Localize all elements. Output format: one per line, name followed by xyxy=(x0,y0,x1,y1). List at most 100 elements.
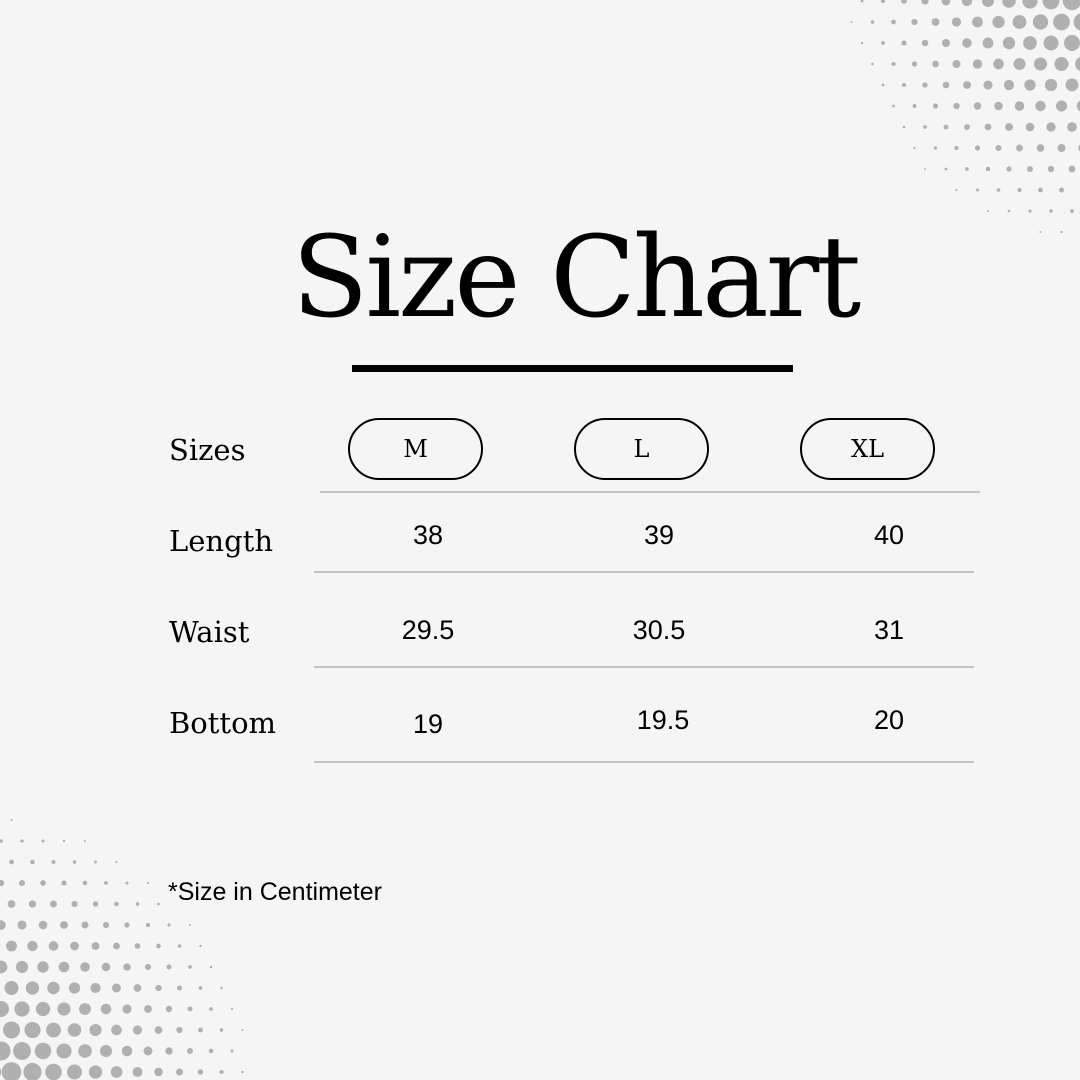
halftone-dot xyxy=(942,81,950,89)
halftone-dot xyxy=(40,880,46,886)
row-label-bottom: Bottom xyxy=(169,706,277,740)
cell-waist-l: 30.5 xyxy=(632,615,686,645)
halftone-dot xyxy=(1035,100,1046,112)
halftone-dot xyxy=(92,901,99,907)
halftone-dot xyxy=(850,20,853,24)
halftone-dot xyxy=(870,20,875,24)
page-title: Size Chart xyxy=(291,213,862,343)
halftone-dot xyxy=(230,1049,234,1053)
halftone-dot xyxy=(995,144,1002,152)
halftone-dot xyxy=(167,923,171,927)
halftone-dot xyxy=(1042,0,1060,10)
halftone-dot xyxy=(188,923,192,927)
halftone-dot xyxy=(963,81,971,89)
halftone-dot xyxy=(986,209,990,213)
halftone-dot xyxy=(154,1067,163,1077)
halftone-dot xyxy=(9,859,14,865)
halftone-dot xyxy=(47,981,60,995)
halftone-dot xyxy=(81,921,89,929)
halftone-dot xyxy=(48,941,59,951)
halftone-dot xyxy=(18,879,26,887)
halftone-dot xyxy=(37,961,49,973)
halftone-dot xyxy=(7,900,16,908)
halftone-dot xyxy=(104,881,108,885)
halftone-dot xyxy=(972,16,983,28)
halftone-dot xyxy=(881,41,885,45)
halftone-dot xyxy=(961,0,973,7)
halftone-dot xyxy=(219,1028,224,1032)
halftone-dot xyxy=(57,1002,71,1016)
halftone-dot xyxy=(901,40,907,46)
halftone-dot xyxy=(145,922,151,928)
halftone-dot xyxy=(110,1066,123,1078)
halftone-dot xyxy=(1062,0,1080,11)
halftone-dot xyxy=(111,1024,122,1036)
halftone-dot xyxy=(1036,144,1045,152)
halftone-dot xyxy=(943,124,949,130)
halftone-dot xyxy=(1002,0,1016,8)
halftone-dot xyxy=(1058,187,1065,193)
halftone-dot xyxy=(58,961,70,973)
halftone-dot xyxy=(72,860,77,864)
halftone-dot xyxy=(0,1041,11,1061)
halftone-dot xyxy=(953,102,960,110)
row-divider-length xyxy=(314,571,974,573)
halftone-dot xyxy=(1054,56,1069,72)
halftone-dot xyxy=(1033,57,1048,71)
halftone-dot xyxy=(177,944,182,948)
halftone-dot xyxy=(84,840,86,842)
halftone-dot xyxy=(965,167,969,171)
halftone-dot xyxy=(220,986,223,990)
halftone-dot xyxy=(157,902,160,906)
halftone-dot xyxy=(198,986,203,990)
halftone-dot xyxy=(891,62,896,66)
title-underline xyxy=(352,365,793,372)
halftone-dot xyxy=(942,39,950,47)
halftone-dot xyxy=(13,1042,31,1060)
halftone-dot xyxy=(1070,209,1074,213)
halftone-dot xyxy=(954,145,959,151)
halftone-dot xyxy=(1022,0,1038,9)
halftone-dot xyxy=(101,962,111,972)
halftone-dot xyxy=(993,58,1004,70)
halftone-dot xyxy=(0,879,5,887)
halftone-dot xyxy=(70,941,79,951)
halftone-dot xyxy=(165,1047,173,1055)
halftone-dot xyxy=(1067,122,1077,132)
halftone-dot xyxy=(123,963,131,971)
halftone-dot xyxy=(924,168,926,170)
halftone-dot xyxy=(1047,165,1055,173)
halftone-dot xyxy=(25,981,40,995)
halftone-dot xyxy=(901,82,907,88)
halftone-dot xyxy=(17,920,27,930)
halftone-dot xyxy=(176,1068,183,1076)
halftone-dot xyxy=(41,839,45,843)
halftone-dot xyxy=(30,859,35,865)
halftone-dot xyxy=(102,921,110,929)
halftone-dot xyxy=(46,1022,61,1038)
halftone-dot xyxy=(198,1027,203,1033)
halftone-dot xyxy=(913,146,916,150)
halftone-dot xyxy=(115,860,118,864)
halftone-dot xyxy=(4,980,19,996)
halftone-dot xyxy=(113,942,120,950)
halftone-dot xyxy=(996,188,1001,192)
halftone-dot xyxy=(197,1069,204,1075)
halftone-dot xyxy=(28,900,37,908)
halftone-dot xyxy=(992,15,1005,29)
halftone-dot xyxy=(230,1007,234,1011)
halftone-dot xyxy=(860,0,864,3)
halftone-bottom-left xyxy=(0,819,244,1080)
halftone-dot xyxy=(94,860,97,864)
halftone-dot xyxy=(0,839,3,843)
halftone-dot xyxy=(166,964,172,970)
cell-length-xl: 40 xyxy=(873,520,905,550)
halftone-dot xyxy=(931,18,940,26)
halftone-dot xyxy=(1017,187,1022,193)
halftone-dot xyxy=(23,1062,42,1080)
halftone-dot xyxy=(2,1021,21,1039)
halftone-dot xyxy=(902,125,906,129)
header-divider xyxy=(320,491,980,493)
halftone-dot xyxy=(941,0,951,6)
cell-bottom-l: 19.5 xyxy=(636,705,690,735)
